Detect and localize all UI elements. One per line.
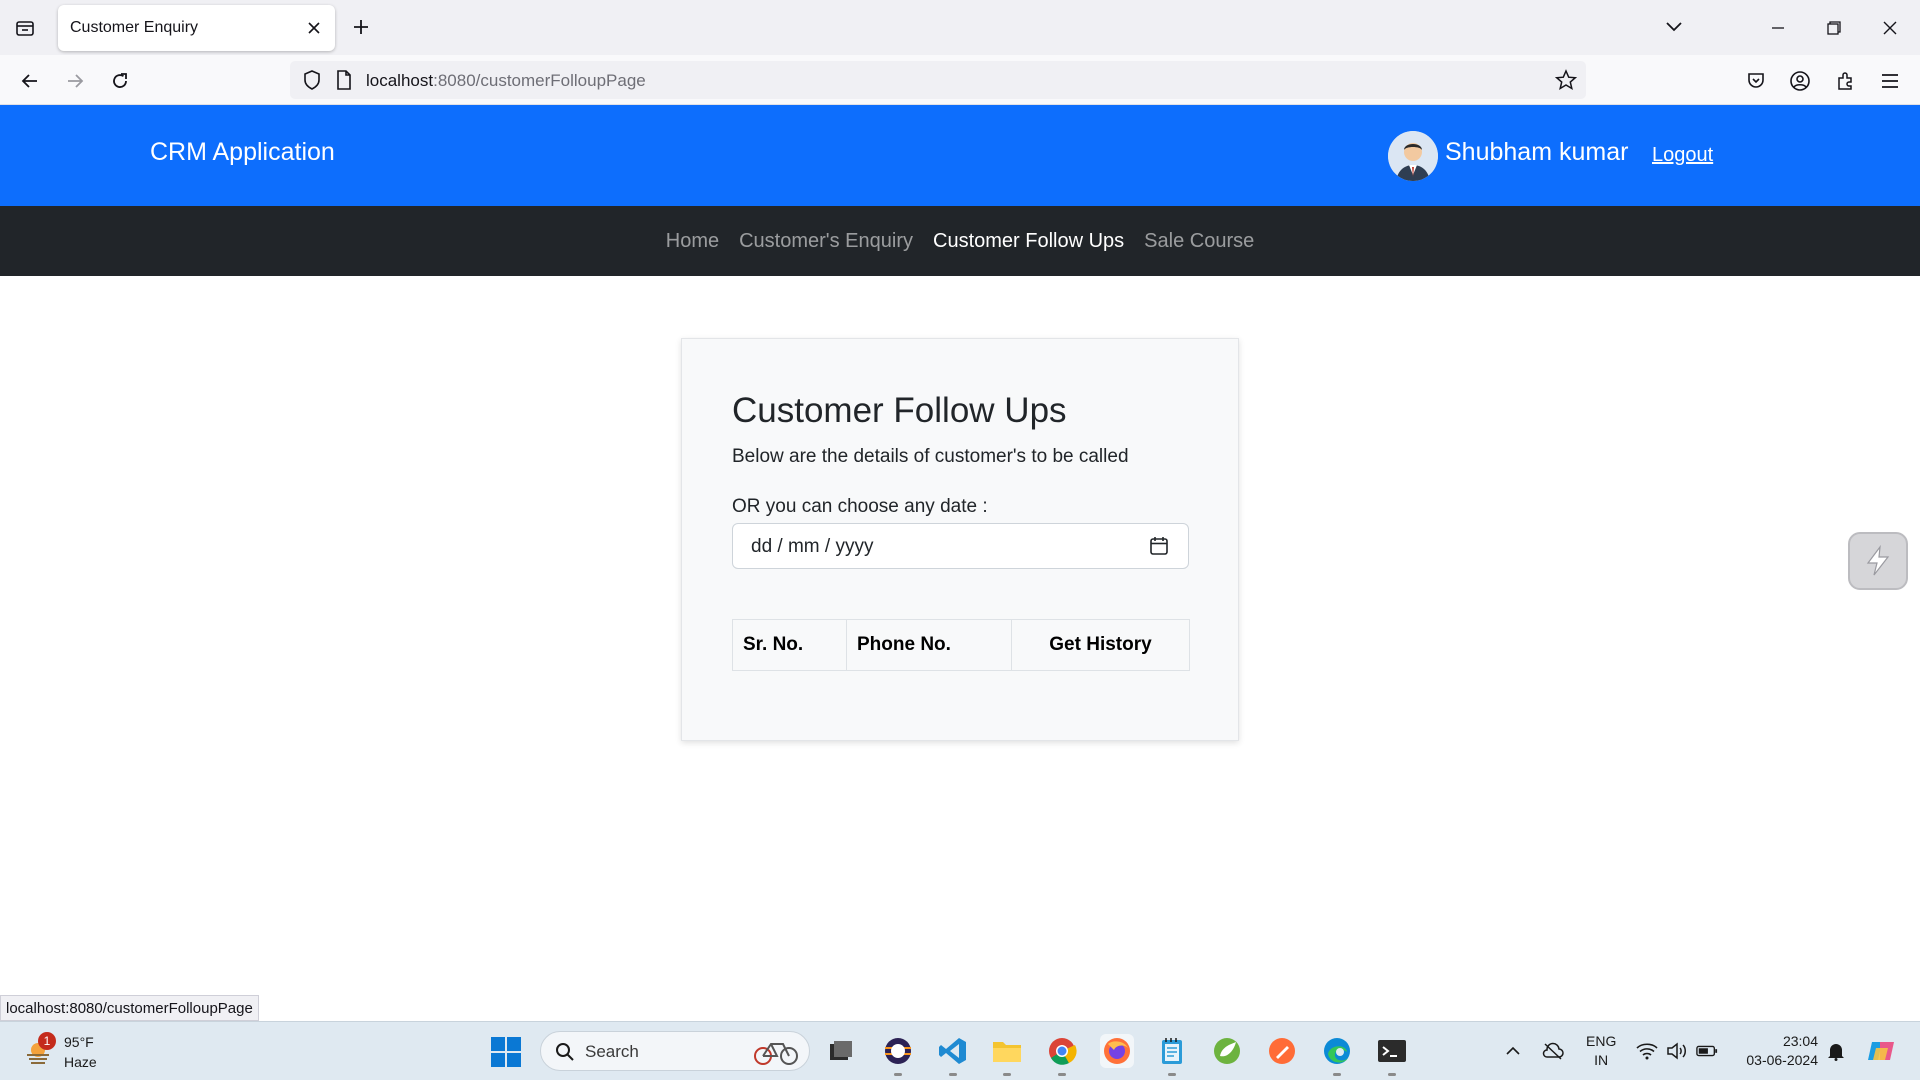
nav-item-customer-follow-ups[interactable]: Customer Follow Ups bbox=[933, 230, 1124, 253]
bicycle-icon bbox=[753, 1038, 799, 1071]
chevron-down-icon[interactable] bbox=[1660, 14, 1688, 40]
table-header-row: Sr. No. Phone No. Get History bbox=[732, 619, 1190, 671]
url-text: localhost:8080/customerFolloupPage bbox=[366, 71, 646, 90]
column-header-get-history: Get History bbox=[1011, 619, 1190, 671]
weather-condition: Haze bbox=[64, 1054, 97, 1070]
browser-tab[interactable]: Customer Enquiry bbox=[58, 5, 335, 51]
username: Shubham kumar bbox=[1445, 138, 1629, 166]
firefox-icon[interactable] bbox=[1100, 1034, 1134, 1068]
spring-tool-icon[interactable] bbox=[1210, 1034, 1244, 1068]
region-code: IN bbox=[1594, 1052, 1609, 1068]
search-label: Search bbox=[585, 1042, 639, 1061]
tab-title: Customer Enquiry bbox=[70, 19, 199, 36]
clock-date: 03-06-2024 bbox=[1746, 1052, 1818, 1068]
nav-item-sale-course[interactable]: Sale Course bbox=[1144, 230, 1254, 253]
lang-code: ENG bbox=[1586, 1033, 1617, 1049]
windows-start-icon[interactable] bbox=[490, 1036, 522, 1068]
status-url: localhost:8080/customerFolloupPage bbox=[0, 995, 259, 1021]
follow-ups-table: Sr. No. Phone No. Get History bbox=[732, 619, 1190, 671]
task-view-icon[interactable] bbox=[824, 1034, 858, 1068]
nav-item-customers-enquiry[interactable]: Customer's Enquiry bbox=[739, 230, 913, 253]
nav-item-home[interactable]: Home bbox=[666, 230, 719, 253]
weather-widget[interactable]: 1 95°F Haze bbox=[20, 1030, 130, 1074]
chrome-icon[interactable] bbox=[1045, 1034, 1079, 1076]
pocket-icon[interactable] bbox=[1742, 67, 1770, 95]
taskbar-search[interactable]: Search bbox=[540, 1031, 810, 1071]
system-clock[interactable]: 23:04 03-06-2024 bbox=[1738, 1032, 1818, 1070]
account-icon[interactable] bbox=[1786, 67, 1814, 95]
notepad-icon[interactable] bbox=[1155, 1034, 1189, 1076]
back-icon[interactable] bbox=[16, 67, 44, 95]
language-indicator[interactable]: ENG IN bbox=[1586, 1032, 1616, 1070]
app-header: CRM Application Shubham kumar Logout bbox=[0, 105, 1920, 206]
notification-badge: 1 bbox=[38, 1032, 56, 1050]
page-icon[interactable] bbox=[330, 66, 358, 94]
vscode-icon[interactable] bbox=[936, 1034, 970, 1076]
close-icon[interactable] bbox=[303, 17, 325, 39]
date-label: OR you can choose any date : bbox=[732, 496, 988, 517]
restore-button[interactable] bbox=[1810, 8, 1858, 48]
edge-icon[interactable] bbox=[1320, 1034, 1354, 1076]
battery-icon[interactable] bbox=[1696, 1040, 1718, 1062]
postman-icon[interactable] bbox=[1265, 1034, 1299, 1068]
forward-icon[interactable] bbox=[61, 67, 89, 95]
url-bar[interactable]: localhost:8080/customerFolloupPage bbox=[290, 61, 1586, 99]
reload-icon[interactable] bbox=[106, 67, 134, 95]
browser-tab-strip: Customer Enquiry bbox=[0, 0, 1920, 55]
side-assistant-button[interactable] bbox=[1848, 532, 1908, 590]
chevron-up-icon[interactable] bbox=[1502, 1040, 1524, 1062]
column-header-sr-no: Sr. No. bbox=[732, 619, 847, 671]
clock-time: 23:04 bbox=[1782, 1033, 1818, 1049]
volume-icon[interactable] bbox=[1666, 1040, 1688, 1062]
main-nav: Home Customer's Enquiry Customer Follow … bbox=[0, 206, 1920, 276]
copilot-icon[interactable] bbox=[1866, 1036, 1896, 1066]
avatar bbox=[1388, 131, 1438, 181]
new-tab-button[interactable] bbox=[348, 14, 374, 40]
eclipse-icon[interactable] bbox=[881, 1034, 915, 1076]
minimize-button[interactable] bbox=[1754, 8, 1802, 48]
card-subtitle: Below are the details of customer's to b… bbox=[732, 446, 1129, 467]
follow-ups-card: Customer Follow Ups Below are the detail… bbox=[681, 338, 1239, 741]
logout-link[interactable]: Logout bbox=[1652, 144, 1713, 167]
menu-icon[interactable] bbox=[1876, 67, 1904, 95]
file-explorer-icon[interactable] bbox=[990, 1034, 1024, 1076]
notification-bell-icon[interactable] bbox=[1825, 1040, 1847, 1062]
column-header-phone-no: Phone No. bbox=[846, 619, 1012, 671]
brand-title[interactable]: CRM Application bbox=[150, 138, 335, 167]
close-window-button[interactable] bbox=[1866, 8, 1914, 48]
extensions-icon[interactable] bbox=[1831, 67, 1859, 95]
wifi-icon[interactable] bbox=[1636, 1040, 1658, 1062]
terminal-icon[interactable] bbox=[1375, 1034, 1409, 1076]
shield-icon[interactable] bbox=[298, 66, 326, 94]
page-title: Customer Follow Ups bbox=[732, 391, 1067, 430]
browser-toolbar: localhost:8080/customerFolloupPage bbox=[0, 55, 1920, 105]
weather-temp: 95°F bbox=[64, 1034, 94, 1050]
taskbar: 1 95°F Haze Search ENG IN 23:04 03-06-20… bbox=[0, 1021, 1920, 1080]
calendar-icon[interactable] bbox=[1148, 535, 1170, 557]
cloud-off-icon[interactable] bbox=[1542, 1040, 1564, 1062]
date-input[interactable]: dd / mm / yyyy bbox=[732, 523, 1189, 569]
date-placeholder: dd / mm / yyyy bbox=[751, 536, 874, 557]
search-icon bbox=[555, 1042, 575, 1067]
bookmark-star-icon[interactable] bbox=[1552, 66, 1580, 94]
tab-list-icon[interactable] bbox=[12, 15, 38, 41]
